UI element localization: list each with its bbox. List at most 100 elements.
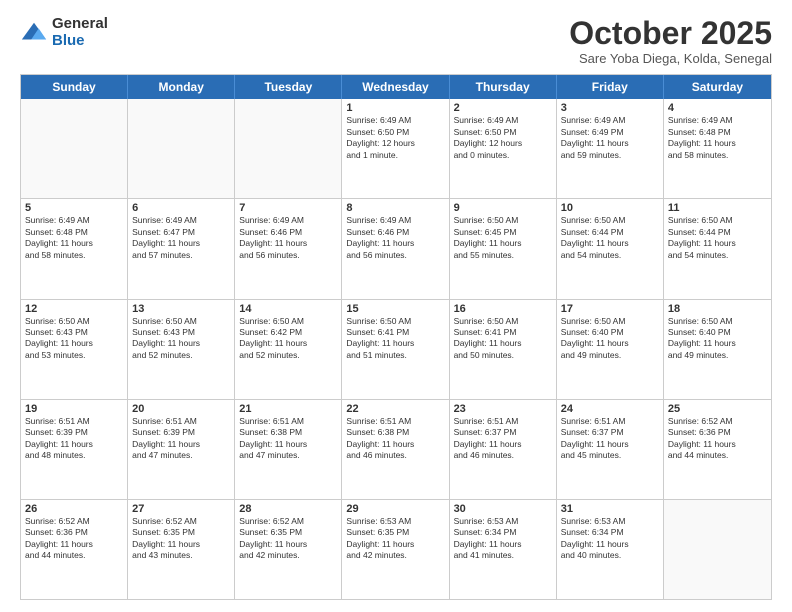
logo-text: General Blue <box>52 16 108 49</box>
day-number: 30 <box>454 503 552 515</box>
day-info: Sunrise: 6:50 AM Sunset: 6:42 PM Dayligh… <box>239 316 337 362</box>
day-cell: 8Sunrise: 6:49 AM Sunset: 6:46 PM Daylig… <box>342 199 449 298</box>
day-number: 18 <box>668 303 767 315</box>
day-number: 29 <box>346 503 444 515</box>
day-cell: 14Sunrise: 6:50 AM Sunset: 6:42 PM Dayli… <box>235 300 342 399</box>
day-number: 4 <box>668 102 767 114</box>
day-number: 11 <box>668 202 767 214</box>
day-cell <box>664 500 771 599</box>
day-info: Sunrise: 6:49 AM Sunset: 6:46 PM Dayligh… <box>346 215 444 261</box>
day-info: Sunrise: 6:50 AM Sunset: 6:40 PM Dayligh… <box>561 316 659 362</box>
day-number: 21 <box>239 403 337 415</box>
day-cell <box>128 99 235 198</box>
day-info: Sunrise: 6:50 AM Sunset: 6:41 PM Dayligh… <box>346 316 444 362</box>
day-header-tuesday: Tuesday <box>235 75 342 99</box>
day-number: 25 <box>668 403 767 415</box>
day-info: Sunrise: 6:50 AM Sunset: 6:43 PM Dayligh… <box>132 316 230 362</box>
header: General Blue October 2025 Sare Yoba Dieg… <box>20 16 772 66</box>
day-cell: 2Sunrise: 6:49 AM Sunset: 6:50 PM Daylig… <box>450 99 557 198</box>
day-number: 20 <box>132 403 230 415</box>
day-cell: 9Sunrise: 6:50 AM Sunset: 6:45 PM Daylig… <box>450 199 557 298</box>
day-cell: 22Sunrise: 6:51 AM Sunset: 6:38 PM Dayli… <box>342 400 449 499</box>
day-number: 9 <box>454 202 552 214</box>
day-info: Sunrise: 6:52 AM Sunset: 6:36 PM Dayligh… <box>668 416 767 462</box>
day-cell: 3Sunrise: 6:49 AM Sunset: 6:49 PM Daylig… <box>557 99 664 198</box>
day-cell: 19Sunrise: 6:51 AM Sunset: 6:39 PM Dayli… <box>21 400 128 499</box>
day-info: Sunrise: 6:53 AM Sunset: 6:34 PM Dayligh… <box>561 516 659 562</box>
header-right: October 2025 Sare Yoba Diega, Kolda, Sen… <box>569 16 772 66</box>
day-cell: 18Sunrise: 6:50 AM Sunset: 6:40 PM Dayli… <box>664 300 771 399</box>
week-row-4: 19Sunrise: 6:51 AM Sunset: 6:39 PM Dayli… <box>21 400 771 500</box>
calendar: SundayMondayTuesdayWednesdayThursdayFrid… <box>20 74 772 600</box>
day-number: 16 <box>454 303 552 315</box>
day-cell: 12Sunrise: 6:50 AM Sunset: 6:43 PM Dayli… <box>21 300 128 399</box>
day-info: Sunrise: 6:50 AM Sunset: 6:45 PM Dayligh… <box>454 215 552 261</box>
day-info: Sunrise: 6:49 AM Sunset: 6:48 PM Dayligh… <box>668 115 767 161</box>
week-row-2: 5Sunrise: 6:49 AM Sunset: 6:48 PM Daylig… <box>21 199 771 299</box>
day-cell: 29Sunrise: 6:53 AM Sunset: 6:35 PM Dayli… <box>342 500 449 599</box>
day-number: 19 <box>25 403 123 415</box>
day-header-sunday: Sunday <box>21 75 128 99</box>
day-number: 28 <box>239 503 337 515</box>
day-info: Sunrise: 6:50 AM Sunset: 6:44 PM Dayligh… <box>561 215 659 261</box>
day-cell: 31Sunrise: 6:53 AM Sunset: 6:34 PM Dayli… <box>557 500 664 599</box>
day-cell: 30Sunrise: 6:53 AM Sunset: 6:34 PM Dayli… <box>450 500 557 599</box>
day-header-saturday: Saturday <box>664 75 771 99</box>
day-number: 22 <box>346 403 444 415</box>
day-number: 6 <box>132 202 230 214</box>
day-info: Sunrise: 6:53 AM Sunset: 6:34 PM Dayligh… <box>454 516 552 562</box>
day-number: 15 <box>346 303 444 315</box>
day-info: Sunrise: 6:52 AM Sunset: 6:35 PM Dayligh… <box>132 516 230 562</box>
day-info: Sunrise: 6:49 AM Sunset: 6:49 PM Dayligh… <box>561 115 659 161</box>
day-info: Sunrise: 6:51 AM Sunset: 6:38 PM Dayligh… <box>346 416 444 462</box>
day-info: Sunrise: 6:50 AM Sunset: 6:40 PM Dayligh… <box>668 316 767 362</box>
day-cell: 7Sunrise: 6:49 AM Sunset: 6:46 PM Daylig… <box>235 199 342 298</box>
day-cell: 28Sunrise: 6:52 AM Sunset: 6:35 PM Dayli… <box>235 500 342 599</box>
day-info: Sunrise: 6:51 AM Sunset: 6:39 PM Dayligh… <box>25 416 123 462</box>
day-number: 3 <box>561 102 659 114</box>
day-cell: 21Sunrise: 6:51 AM Sunset: 6:38 PM Dayli… <box>235 400 342 499</box>
day-cell: 26Sunrise: 6:52 AM Sunset: 6:36 PM Dayli… <box>21 500 128 599</box>
day-cell <box>235 99 342 198</box>
day-number: 13 <box>132 303 230 315</box>
logo: General Blue <box>20 16 108 49</box>
day-info: Sunrise: 6:50 AM Sunset: 6:44 PM Dayligh… <box>668 215 767 261</box>
day-cell: 1Sunrise: 6:49 AM Sunset: 6:50 PM Daylig… <box>342 99 449 198</box>
day-cell: 13Sunrise: 6:50 AM Sunset: 6:43 PM Dayli… <box>128 300 235 399</box>
day-cell: 16Sunrise: 6:50 AM Sunset: 6:41 PM Dayli… <box>450 300 557 399</box>
day-cell: 10Sunrise: 6:50 AM Sunset: 6:44 PM Dayli… <box>557 199 664 298</box>
day-info: Sunrise: 6:52 AM Sunset: 6:35 PM Dayligh… <box>239 516 337 562</box>
day-info: Sunrise: 6:52 AM Sunset: 6:36 PM Dayligh… <box>25 516 123 562</box>
day-number: 26 <box>25 503 123 515</box>
day-info: Sunrise: 6:53 AM Sunset: 6:35 PM Dayligh… <box>346 516 444 562</box>
day-number: 7 <box>239 202 337 214</box>
day-number: 1 <box>346 102 444 114</box>
day-headers: SundayMondayTuesdayWednesdayThursdayFrid… <box>21 75 771 99</box>
day-number: 23 <box>454 403 552 415</box>
week-row-3: 12Sunrise: 6:50 AM Sunset: 6:43 PM Dayli… <box>21 300 771 400</box>
day-number: 10 <box>561 202 659 214</box>
day-info: Sunrise: 6:49 AM Sunset: 6:47 PM Dayligh… <box>132 215 230 261</box>
day-cell: 23Sunrise: 6:51 AM Sunset: 6:37 PM Dayli… <box>450 400 557 499</box>
day-info: Sunrise: 6:51 AM Sunset: 6:39 PM Dayligh… <box>132 416 230 462</box>
day-info: Sunrise: 6:51 AM Sunset: 6:38 PM Dayligh… <box>239 416 337 462</box>
logo-blue: Blue <box>52 33 108 50</box>
month-title: October 2025 <box>569 16 772 51</box>
day-header-wednesday: Wednesday <box>342 75 449 99</box>
day-cell: 17Sunrise: 6:50 AM Sunset: 6:40 PM Dayli… <box>557 300 664 399</box>
day-number: 12 <box>25 303 123 315</box>
day-header-thursday: Thursday <box>450 75 557 99</box>
day-number: 17 <box>561 303 659 315</box>
day-info: Sunrise: 6:49 AM Sunset: 6:48 PM Dayligh… <box>25 215 123 261</box>
day-info: Sunrise: 6:51 AM Sunset: 6:37 PM Dayligh… <box>561 416 659 462</box>
day-number: 31 <box>561 503 659 515</box>
day-number: 8 <box>346 202 444 214</box>
day-number: 14 <box>239 303 337 315</box>
day-number: 24 <box>561 403 659 415</box>
day-info: Sunrise: 6:50 AM Sunset: 6:43 PM Dayligh… <box>25 316 123 362</box>
day-cell: 27Sunrise: 6:52 AM Sunset: 6:35 PM Dayli… <box>128 500 235 599</box>
day-header-friday: Friday <box>557 75 664 99</box>
day-info: Sunrise: 6:51 AM Sunset: 6:37 PM Dayligh… <box>454 416 552 462</box>
day-number: 5 <box>25 202 123 214</box>
day-info: Sunrise: 6:49 AM Sunset: 6:50 PM Dayligh… <box>454 115 552 161</box>
